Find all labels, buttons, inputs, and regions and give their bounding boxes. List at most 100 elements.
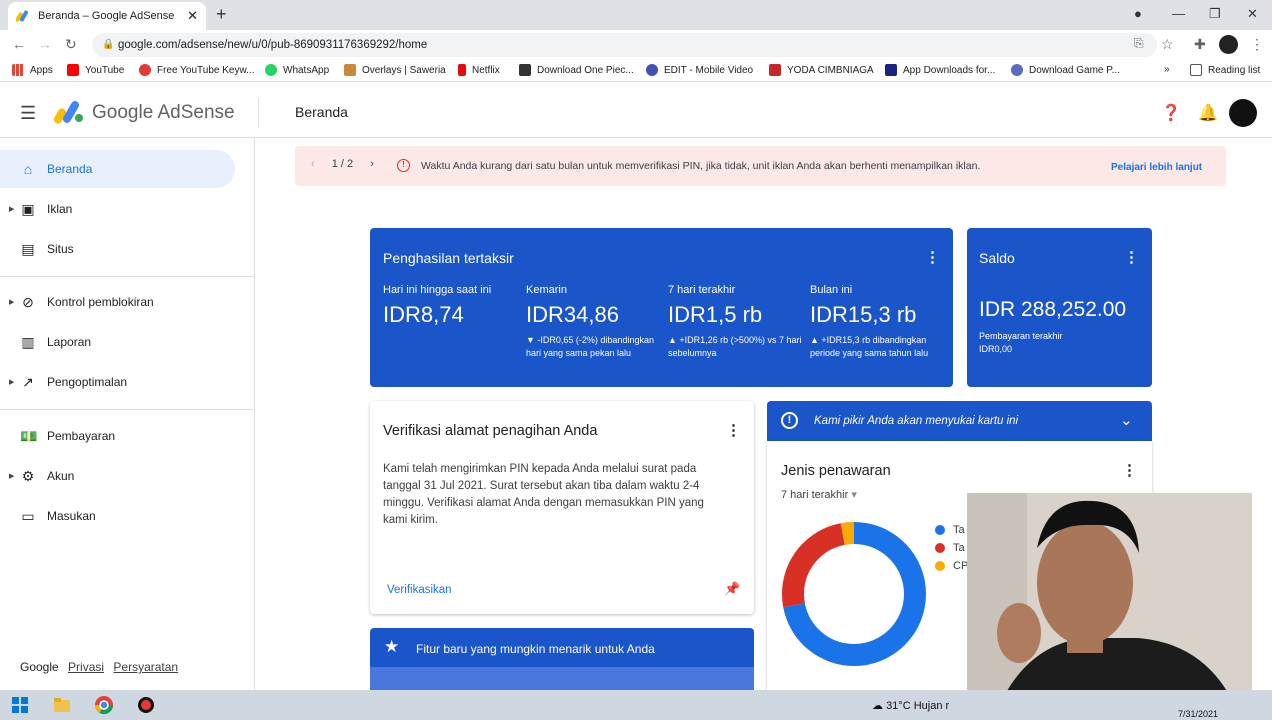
verify-button[interactable]: Verifikasikan bbox=[387, 584, 452, 596]
expand-caret-icon[interactable]: ▶ bbox=[9, 378, 14, 386]
profile-menu-icon[interactable]: ● bbox=[1134, 6, 1142, 21]
bookmark-cimbniaga[interactable]: YODA CIMBNIAGA bbox=[769, 64, 874, 76]
prev-alert-icon[interactable]: ‹ bbox=[311, 158, 315, 170]
extensions-icon[interactable]: ✚ bbox=[1194, 36, 1206, 53]
alert-page-count: 1 / 2 bbox=[331, 158, 354, 170]
bookmark-app-downloads[interactable]: App Downloads for... bbox=[885, 64, 995, 76]
help-icon[interactable]: ❓ bbox=[1161, 103, 1181, 123]
taskbar-date: 7/31/2021 bbox=[1178, 709, 1219, 719]
sidebar: ⌂ Beranda ▶ ▣ Iklan ▤ Situs ▶ ⊘ Kontrol … bbox=[0, 138, 255, 690]
legend-item: Ta bbox=[935, 542, 965, 554]
new-tab-icon[interactable]: + bbox=[216, 4, 227, 25]
verify-card-menu-icon[interactable]: ⋮ bbox=[726, 421, 741, 439]
maximize-icon[interactable]: ❐ bbox=[1209, 6, 1221, 22]
back-icon[interactable]: ← bbox=[12, 36, 26, 52]
metric-yesterday: Kemarin IDR34,86 ▼ -IDR0,65 (-2%) diband… bbox=[526, 284, 654, 358]
sidebar-item-laporan[interactable]: ▥ Laporan bbox=[0, 323, 235, 361]
reload-icon[interactable]: ↻ bbox=[65, 36, 77, 53]
sidebar-item-kontrol-pemblokiran[interactable]: ▶ ⊘ Kontrol pemblokiran bbox=[0, 283, 235, 321]
expand-caret-icon[interactable]: ▶ bbox=[9, 298, 14, 306]
bookmark-whatsapp[interactable]: WhatsApp bbox=[265, 64, 329, 76]
balance-menu-icon[interactable]: ⋮ bbox=[1124, 248, 1139, 266]
expand-caret-icon[interactable]: ▶ bbox=[9, 472, 14, 480]
bookmark-edit-video[interactable]: EDIT - Mobile Video bbox=[646, 64, 753, 76]
balance-title: Saldo bbox=[979, 250, 1015, 266]
browser-tab-strip: Beranda – Google AdSense ✕ + ● — ❐ ✕ bbox=[0, 0, 1272, 30]
pin-alert-banner: ‹ 1 / 2 › ! Waktu Anda kurang dari satu … bbox=[295, 146, 1226, 186]
bookmark-star-icon[interactable]: ☆ bbox=[1161, 36, 1174, 53]
chevron-down-icon[interactable]: ⌄ bbox=[1120, 411, 1133, 429]
sidebar-item-pengoptimalan[interactable]: ▶ ↗ Pengoptimalan bbox=[0, 363, 235, 401]
next-alert-icon[interactable]: › bbox=[370, 158, 374, 170]
translate-icon[interactable]: ⎘ bbox=[1134, 36, 1144, 51]
sidebar-item-akun[interactable]: ▶ ⚙ Akun bbox=[0, 457, 235, 495]
legend-item: CP bbox=[935, 560, 968, 572]
sidebar-footer: Google Privasi Persyaratan bbox=[20, 660, 184, 674]
bookmark-saweria[interactable]: Overlays | Saweria bbox=[344, 64, 446, 76]
lock-icon: 🔒 bbox=[102, 39, 115, 50]
forward-icon[interactable]: → bbox=[38, 36, 52, 52]
windows-start-icon[interactable] bbox=[10, 695, 30, 715]
sidebar-item-beranda[interactable]: ⌂ Beranda bbox=[0, 150, 235, 188]
earnings-menu-icon[interactable]: ⋮ bbox=[925, 248, 940, 266]
bookmark-youtube[interactable]: YouTube bbox=[67, 64, 124, 76]
reading-list-icon bbox=[1190, 64, 1202, 76]
webcam-overlay bbox=[967, 493, 1252, 710]
expand-caret-icon[interactable]: ▶ bbox=[9, 205, 14, 213]
apps-grid-icon bbox=[12, 64, 24, 76]
privacy-link[interactable]: Privasi bbox=[68, 660, 104, 674]
menu-dots-icon[interactable]: ⋮ bbox=[1250, 36, 1264, 53]
cimb-icon bbox=[769, 64, 781, 76]
menu-icon[interactable]: ☰ bbox=[20, 103, 36, 124]
pin-icon[interactable]: 📌 bbox=[724, 581, 740, 597]
minimize-icon[interactable]: — bbox=[1172, 6, 1185, 21]
reports-icon: ▥ bbox=[21, 334, 35, 350]
metric-7-days: 7 hari terakhir IDR1,5 rb ▲ +IDR1,26 rb … bbox=[668, 284, 802, 358]
bookmark-onepiece[interactable]: Download One Piec... bbox=[519, 64, 634, 76]
suggestion-text: Kami pikir Anda akan menyukai kartu ini bbox=[814, 415, 1019, 427]
terms-link[interactable]: Persyaratan bbox=[113, 660, 178, 674]
sidebar-item-masukan[interactable]: ▭ Masukan bbox=[0, 497, 235, 535]
bookmark-netflix[interactable]: Netflix bbox=[458, 64, 500, 76]
legend-item: Ta bbox=[935, 524, 965, 536]
sidebar-item-situs[interactable]: ▤ Situs bbox=[0, 230, 235, 268]
close-tab-icon[interactable]: ✕ bbox=[187, 8, 198, 24]
adsense-logo bbox=[54, 100, 84, 124]
earnings-title: Penghasilan tertaksir bbox=[383, 250, 514, 266]
reading-list-button[interactable]: Reading list bbox=[1190, 64, 1260, 76]
feature-text: Fitur baru yang mungkin menarik untuk An… bbox=[416, 642, 655, 656]
page-title: Beranda bbox=[295, 104, 348, 120]
feedback-icon: ▭ bbox=[21, 508, 35, 524]
browser-tab[interactable]: Beranda – Google AdSense ✕ bbox=[8, 2, 206, 30]
learn-more-link[interactable]: Pelajari lebih lanjut bbox=[1111, 162, 1202, 173]
feature-illustration bbox=[370, 667, 754, 690]
ads-icon: ▣ bbox=[21, 201, 35, 217]
youtube-icon bbox=[67, 64, 79, 76]
profile-avatar[interactable] bbox=[1219, 35, 1238, 54]
bookmark-keyword[interactable]: Free YouTube Keyw... bbox=[139, 64, 254, 76]
balance-card: Saldo ⋮ IDR 288,252.00 Pembayaran terakh… bbox=[967, 228, 1152, 387]
legend-dot bbox=[935, 525, 945, 535]
bookmark-download-game[interactable]: Download Game P... bbox=[1011, 64, 1120, 76]
offer-card-menu-icon[interactable]: ⋮ bbox=[1122, 461, 1137, 479]
file-explorer-icon[interactable] bbox=[52, 695, 72, 715]
more-bookmarks-icon[interactable]: » bbox=[1164, 64, 1170, 75]
adsense-favicon bbox=[15, 9, 30, 23]
taskbar: ☁ 31°C Hujan r 7/31/2021 bbox=[0, 690, 1272, 720]
notifications-icon[interactable]: 🔔 bbox=[1198, 103, 1218, 123]
chrome-icon[interactable] bbox=[94, 695, 114, 715]
sidebar-item-pembayaran[interactable]: 💵 Pembayaran bbox=[0, 417, 235, 455]
offer-donut-chart bbox=[782, 522, 926, 666]
whatsapp-icon bbox=[265, 64, 277, 76]
url-field[interactable]: 🔒 google.com/adsense/new/u/0/pub-8690931… bbox=[92, 33, 1157, 57]
sidebar-item-iklan[interactable]: ▶ ▣ Iklan bbox=[0, 190, 235, 228]
download-site-icon bbox=[519, 64, 531, 76]
close-window-icon[interactable]: ✕ bbox=[1247, 6, 1258, 22]
period-dropdown[interactable]: 7 hari terakhir ▾ bbox=[781, 488, 857, 501]
dropdown-arrow-icon: ▾ bbox=[851, 489, 857, 501]
account-avatar[interactable] bbox=[1229, 99, 1257, 127]
record-app-icon[interactable] bbox=[136, 695, 156, 715]
bookmark-apps[interactable]: Apps bbox=[12, 64, 53, 76]
weather-widget[interactable]: ☁ 31°C Hujan r bbox=[872, 699, 949, 712]
suggestion-banner[interactable]: ! Kami pikir Anda akan menyukai kartu in… bbox=[767, 401, 1152, 441]
